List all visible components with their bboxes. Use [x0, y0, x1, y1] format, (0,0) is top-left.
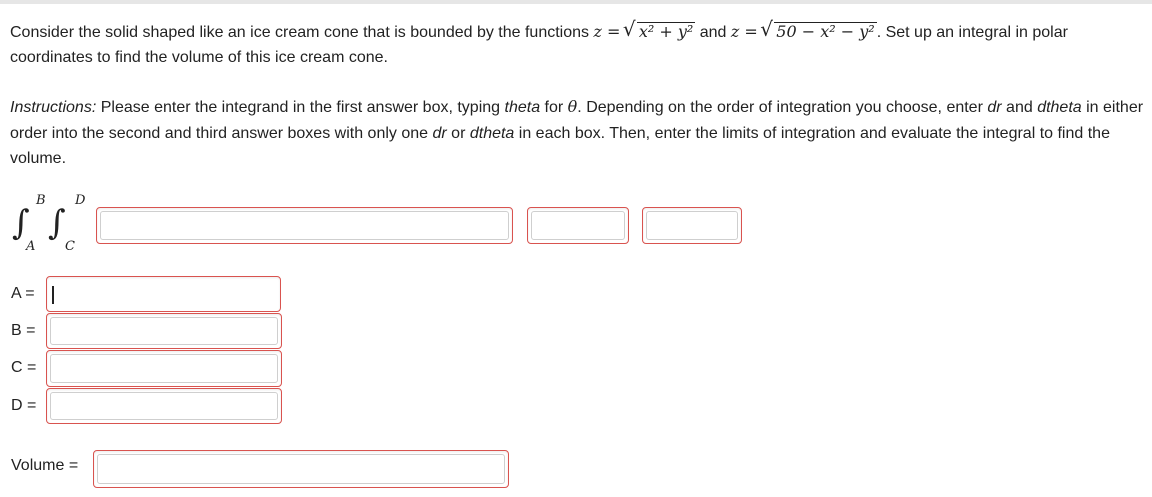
limit-a-input[interactable] — [47, 277, 280, 311]
and-text: and — [695, 24, 731, 41]
function-2: 50 − x² − y² — [774, 22, 877, 41]
problem-statement: Consider the solid shaped like an ice cr… — [10, 17, 1145, 70]
instructions-part4: and — [1001, 99, 1038, 116]
dtheta-word: dtheta — [1037, 99, 1082, 116]
integrand-answer-box[interactable] — [96, 207, 513, 244]
instructions-part1: Please enter the integrand in the first … — [96, 99, 505, 116]
limit-b-input-frame — [50, 317, 278, 345]
limit-d-answer-box[interactable] — [46, 388, 282, 424]
theta-word: theta — [504, 99, 541, 116]
limit-c-label: C = — [11, 359, 37, 376]
limit-b-answer-box[interactable] — [46, 313, 282, 349]
top-divider — [0, 0, 1152, 4]
limit-a-label: A = — [11, 285, 35, 302]
sqrt-expression-2: 50 − x² − y² — [760, 17, 877, 45]
instructions-part6: or — [446, 124, 470, 142]
differential-2-answer-box[interactable] — [642, 207, 742, 244]
dtheta-word-2: dtheta — [469, 124, 515, 142]
instructions: Instructions: Please enter the integrand… — [10, 94, 1145, 172]
limit-b-label: B = — [11, 322, 36, 339]
z-equals-2: z = — [730, 22, 758, 41]
dr-word: dr — [987, 99, 1002, 116]
inner-upper-limit: D — [75, 193, 86, 208]
sqrt-expression-1: x² + y² — [623, 17, 696, 45]
limit-a-answer-box[interactable] — [46, 276, 281, 312]
limit-c-answer-box[interactable] — [46, 350, 282, 387]
differential-2-input-frame — [646, 211, 738, 240]
inner-lower-limit: C — [65, 239, 75, 254]
instructions-label: Instructions: — [10, 99, 97, 116]
volume-label: Volume = — [11, 457, 79, 474]
limit-d-label: D = — [11, 397, 37, 414]
differential-1-answer-box[interactable] — [527, 207, 629, 244]
volume-input-frame — [97, 454, 505, 484]
problem-text-before: Consider the solid shaped like an ice cr… — [10, 24, 594, 41]
integrand-input-frame — [100, 211, 509, 240]
instructions-part2: for — [540, 99, 568, 116]
differential-1-input-frame — [531, 211, 625, 240]
z-equals-1: z = — [593, 22, 621, 41]
volume-answer-box[interactable] — [93, 450, 509, 488]
outer-upper-limit: B — [36, 193, 46, 208]
function-1: x² + y² — [636, 22, 696, 41]
inner-integral-sign: ∫ — [48, 203, 66, 243]
theta-symbol: θ — [567, 97, 578, 116]
limit-c-input-frame — [50, 354, 278, 383]
outer-integral-sign: ∫ — [12, 203, 30, 243]
instructions-part3: . Depending on the order of integration … — [577, 99, 988, 116]
limit-d-input-frame — [50, 392, 278, 420]
outer-lower-limit: A — [26, 239, 36, 254]
dr-word-2: dr — [432, 124, 447, 142]
text-cursor — [52, 286, 54, 304]
